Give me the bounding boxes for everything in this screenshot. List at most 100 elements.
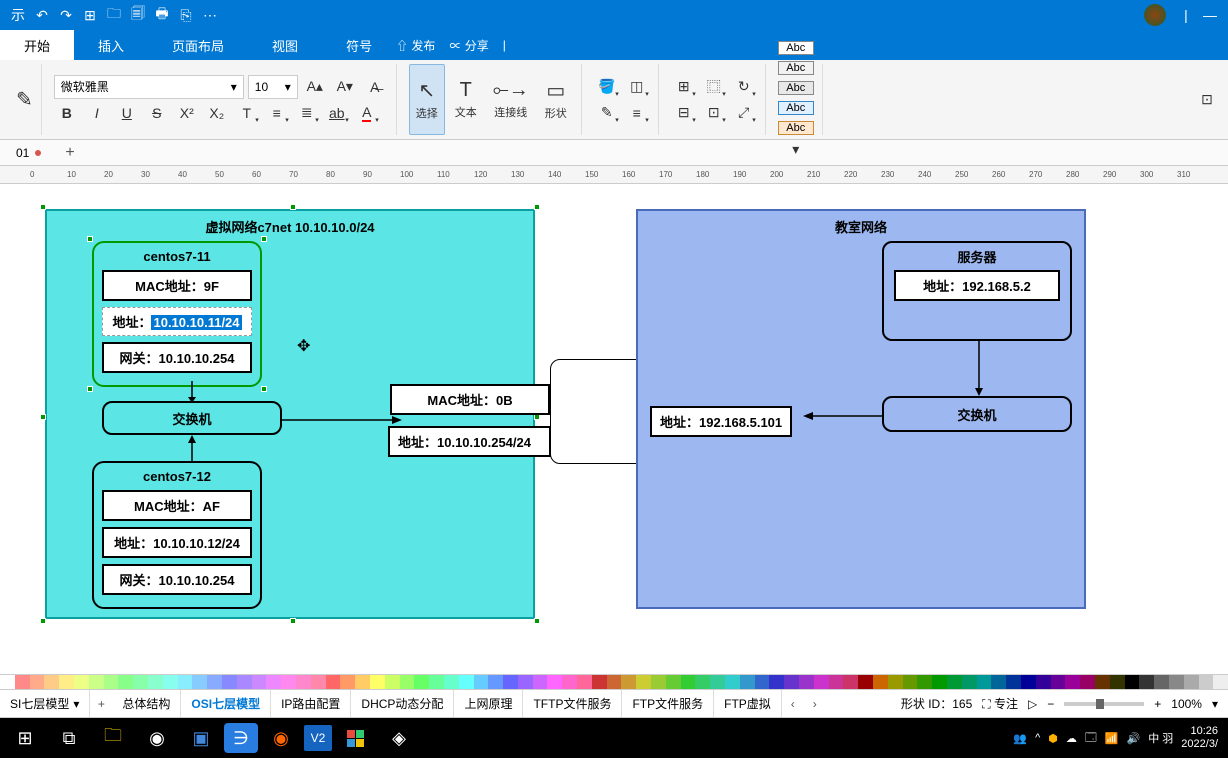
color-swatch[interactable] xyxy=(651,675,666,689)
qat-new-icon[interactable]: ⊞ xyxy=(78,3,102,27)
number-list-icon[interactable]: ≣ xyxy=(294,101,320,125)
color-swatch[interactable] xyxy=(178,675,193,689)
tab-scroll-left[interactable]: ‹ xyxy=(782,697,804,711)
server-addr-field[interactable]: 地址：192.168.5.2 xyxy=(894,270,1060,301)
app-icon[interactable]: 示 xyxy=(6,3,30,27)
style-item-5[interactable]: Abc xyxy=(778,121,814,135)
zoom-in-button[interactable]: + xyxy=(1154,697,1161,711)
centos11-ip-field[interactable]: 地址：10.10.10.11/24 xyxy=(102,307,252,336)
qat-save-icon[interactable]: 🗐 xyxy=(126,3,150,27)
tray-chevron-icon[interactable]: ^ xyxy=(1035,732,1040,744)
file-explorer-icon[interactable]: 🗀 xyxy=(92,718,134,758)
color-swatch[interactable] xyxy=(725,675,740,689)
color-swatch[interactable] xyxy=(888,675,903,689)
task-view-icon[interactable]: ⧉ xyxy=(48,718,90,758)
color-swatch[interactable] xyxy=(414,675,429,689)
color-swatch[interactable] xyxy=(59,675,74,689)
color-swatch[interactable] xyxy=(15,675,30,689)
color-swatch[interactable] xyxy=(829,675,844,689)
color-swatch[interactable] xyxy=(1213,675,1228,689)
page-dropdown[interactable]: SI七层模型▾ xyxy=(0,690,90,717)
switch1-shape[interactable]: 交换机 xyxy=(102,401,282,435)
color-swatch[interactable] xyxy=(281,675,296,689)
color-swatch[interactable] xyxy=(385,675,400,689)
taskbar-clock[interactable]: 10:26 2022/3/ xyxy=(1181,725,1218,751)
redo-button[interactable]: ↷ xyxy=(54,3,78,27)
color-swatch[interactable] xyxy=(799,675,814,689)
color-swatch[interactable] xyxy=(562,675,577,689)
color-swatch[interactable] xyxy=(503,675,518,689)
color-swatch[interactable] xyxy=(488,675,503,689)
color-swatch[interactable] xyxy=(917,675,932,689)
classroom-host-addr[interactable]: 地址：192.168.5.101 xyxy=(650,406,792,437)
italic-button[interactable]: I xyxy=(84,101,110,125)
physical-ip-field[interactable]: 地址：10.10.10.254/24 xyxy=(388,426,551,457)
color-swatch[interactable] xyxy=(592,675,607,689)
color-swatch[interactable] xyxy=(962,675,977,689)
btab-ftp[interactable]: FTP文件服务 xyxy=(622,690,714,717)
color-swatch[interactable] xyxy=(1125,675,1140,689)
color-swatch[interactable] xyxy=(1006,675,1021,689)
centos12-ip-field[interactable]: 地址：10.10.10.12/24 xyxy=(102,527,252,558)
centos12-gw-field[interactable]: 网关：10.10.10.254 xyxy=(102,564,252,595)
tab-scroll-right[interactable]: › xyxy=(804,697,826,711)
centos7-11-shape[interactable]: centos7-11 MAC地址：9F 地址：10.10.10.11/24 网关… xyxy=(92,241,262,387)
color-swatch[interactable] xyxy=(1139,675,1154,689)
app-diamond-icon[interactable]: ◈ xyxy=(378,718,420,758)
zoom-slider[interactable] xyxy=(1064,702,1144,706)
color-swatch[interactable] xyxy=(340,675,355,689)
color-swatch[interactable] xyxy=(474,675,489,689)
color-swatch[interactable] xyxy=(518,675,533,689)
btab-iproute[interactable]: IP路由配置 xyxy=(271,690,351,717)
fill-color-icon[interactable]: 🪣 xyxy=(594,75,620,99)
arrange-icon[interactable]: ⊟ xyxy=(671,101,697,125)
color-swatch[interactable] xyxy=(133,675,148,689)
color-swatch[interactable] xyxy=(252,675,267,689)
btab-dhcp[interactable]: DHCP动态分配 xyxy=(351,690,454,717)
tab-page-layout[interactable]: 页面布局 xyxy=(148,30,248,60)
font-color-icon[interactable]: A xyxy=(354,101,380,125)
sheet-tab[interactable]: 01 xyxy=(6,144,51,162)
color-swatch[interactable] xyxy=(710,675,725,689)
superscript-button[interactable]: X² xyxy=(174,101,200,125)
group-icon[interactable]: ⿴ xyxy=(701,75,727,99)
zoom-level-label[interactable]: 100% xyxy=(1171,697,1202,711)
color-swatch[interactable] xyxy=(1184,675,1199,689)
color-swatch[interactable] xyxy=(400,675,415,689)
bold-button[interactable]: B xyxy=(54,101,80,125)
app-grid-icon[interactable] xyxy=(334,718,376,758)
font-size-select[interactable]: 10▾ xyxy=(248,75,298,99)
color-swatch[interactable] xyxy=(533,675,548,689)
format-painter-icon[interactable]: ✎ xyxy=(16,87,33,112)
classroom-container-shape[interactable]: 教室网络 服务器 地址：192.168.5.2 交换机 地址：192.168.5… xyxy=(636,209,1086,609)
color-swatch[interactable] xyxy=(991,675,1006,689)
color-swatch[interactable] xyxy=(1110,675,1125,689)
color-swatch[interactable] xyxy=(89,675,104,689)
color-swatch[interactable] xyxy=(1095,675,1110,689)
color-swatch[interactable] xyxy=(695,675,710,689)
btab-internet[interactable]: 上网原理 xyxy=(454,690,523,717)
style-item-3[interactable]: Abc xyxy=(778,81,814,95)
vnc-icon[interactable]: V2 xyxy=(304,725,332,751)
color-swatch[interactable] xyxy=(148,675,163,689)
text-effects-icon[interactable]: T xyxy=(234,101,260,125)
color-swatch[interactable] xyxy=(207,675,222,689)
color-swatch[interactable] xyxy=(192,675,207,689)
rotate-icon[interactable]: ↻ xyxy=(731,75,757,99)
color-swatch[interactable] xyxy=(30,675,45,689)
app-orange-icon[interactable]: ◉ xyxy=(260,718,302,758)
underline-button[interactable]: U xyxy=(114,101,140,125)
line-style-icon[interactable]: ≡ xyxy=(624,101,650,125)
tray-cloud-icon[interactable]: ☁ xyxy=(1066,732,1077,745)
color-swatch[interactable] xyxy=(1036,675,1051,689)
tab-insert[interactable]: 插入 xyxy=(74,30,148,60)
tray-volume-icon[interactable]: 🔊 xyxy=(1127,732,1141,745)
color-swatch[interactable] xyxy=(977,675,992,689)
color-swatch[interactable] xyxy=(932,675,947,689)
tray-people-icon[interactable]: 👥 xyxy=(1013,732,1027,745)
color-swatch[interactable] xyxy=(873,675,888,689)
color-swatch[interactable] xyxy=(1021,675,1036,689)
drawing-canvas[interactable]: 虚拟网络c7net 10.10.10.0/24 centos7-11 MAC地址… xyxy=(0,184,1228,674)
highlight-icon[interactable]: ab xyxy=(324,101,350,125)
color-swatch[interactable] xyxy=(44,675,59,689)
